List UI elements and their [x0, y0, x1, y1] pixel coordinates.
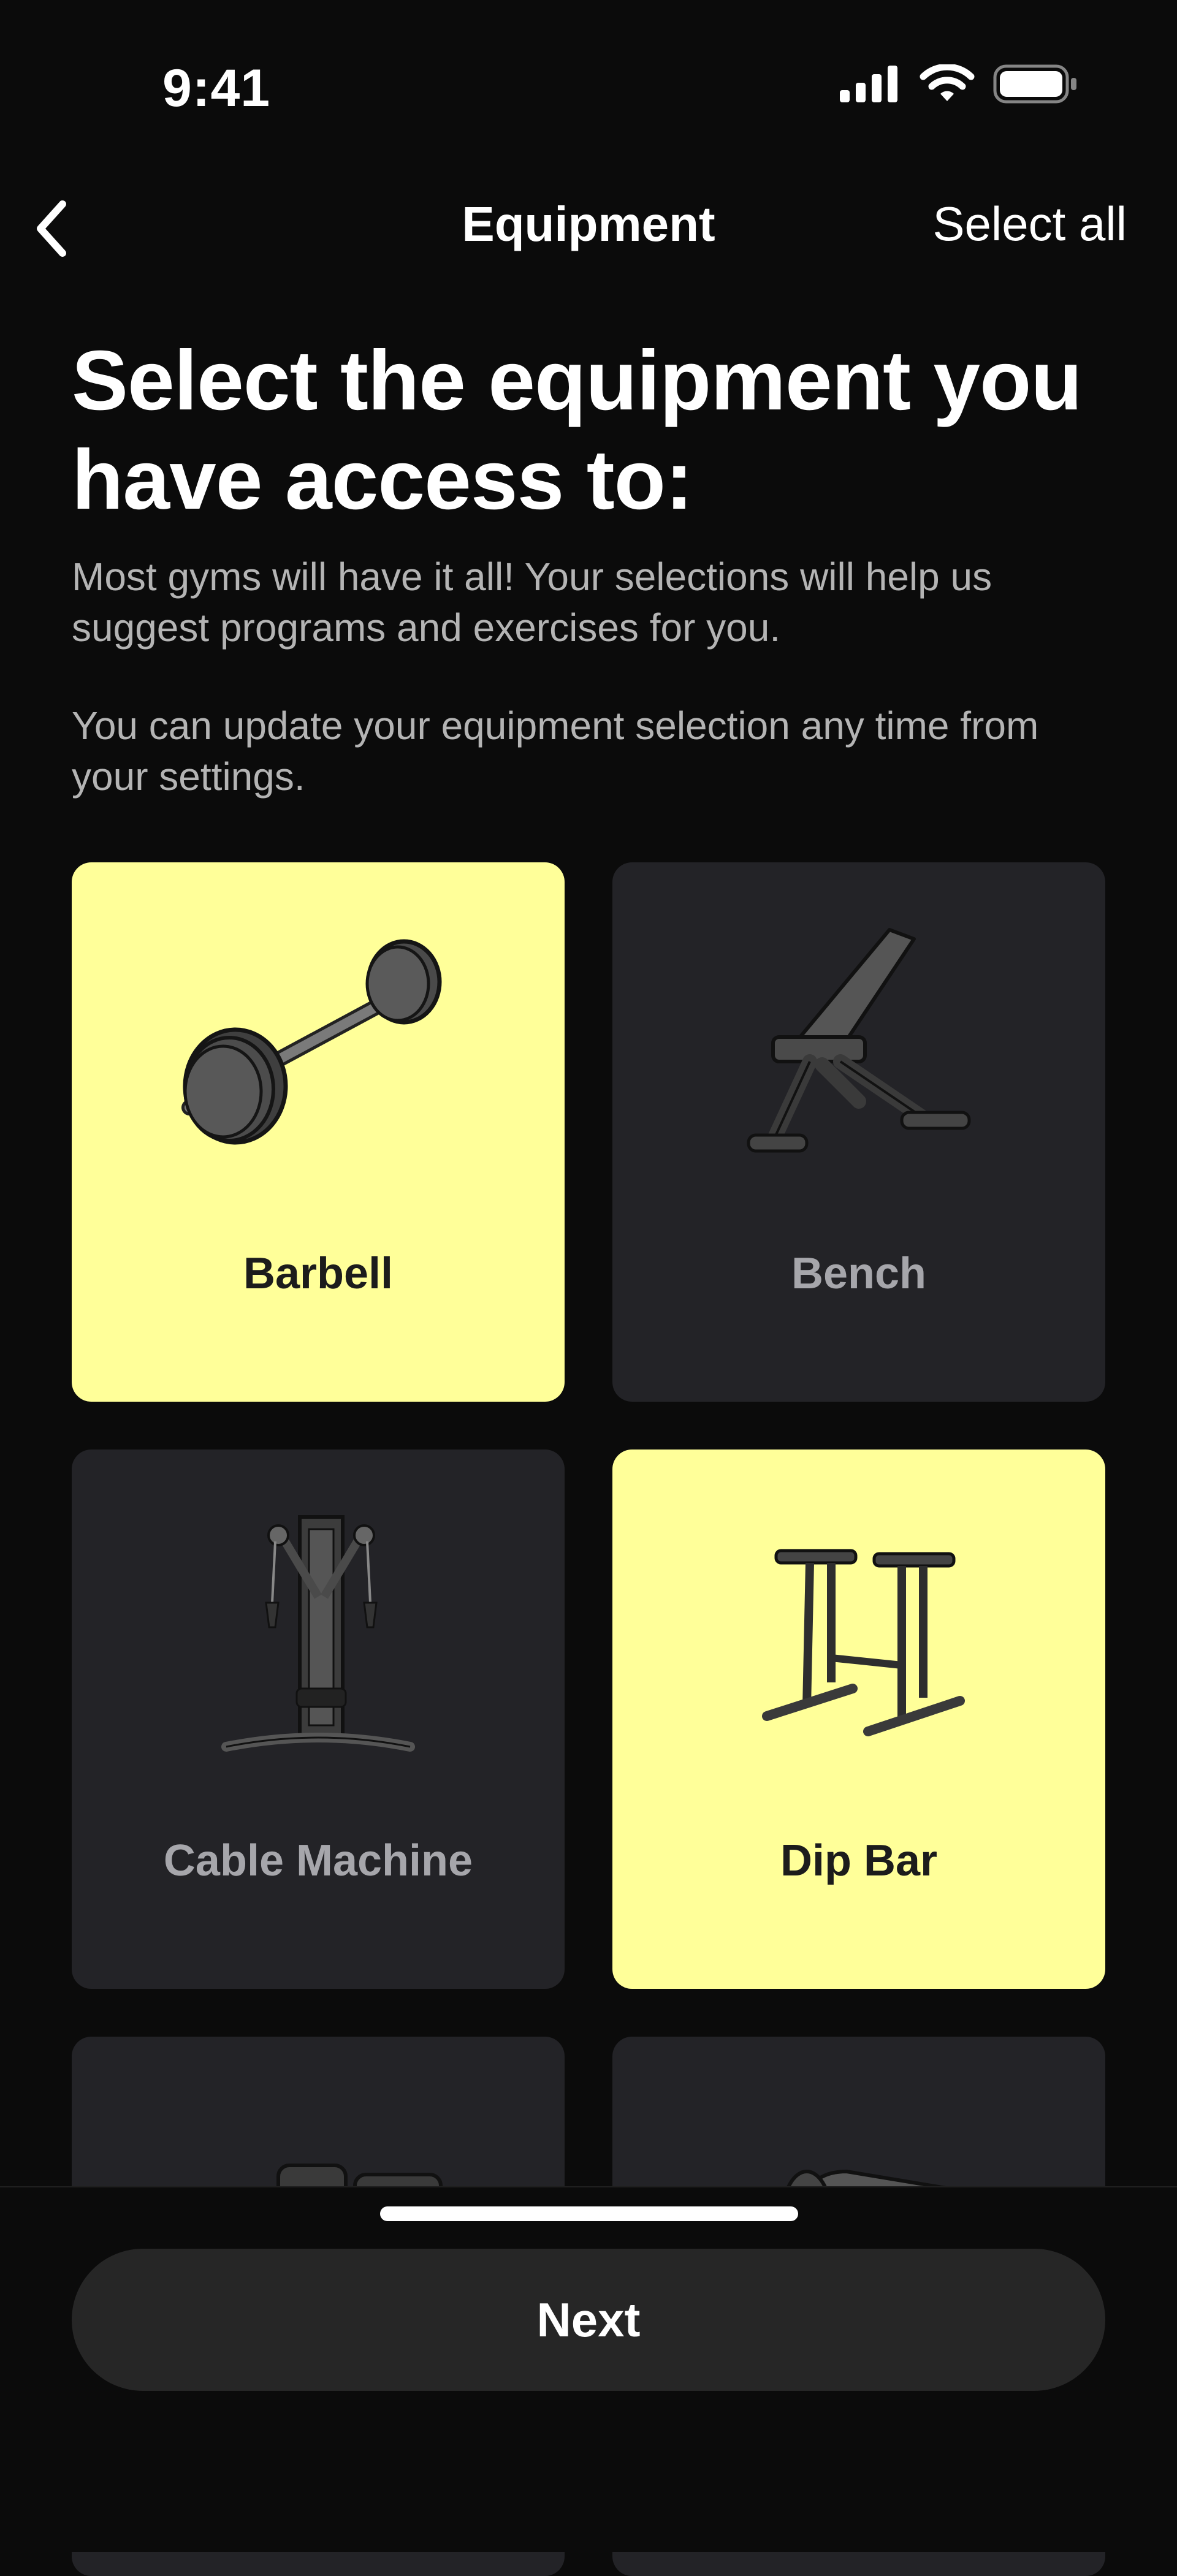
- heading: Select the equipment you have access to:: [72, 333, 1083, 527]
- nav-bar: Equipment Select all: [0, 184, 1177, 270]
- barbell-icon: [165, 918, 471, 1193]
- card-label: Bench: [791, 1249, 927, 1298]
- bottom-bar: Next: [0, 2186, 1177, 2552]
- description-text: Most gyms will have it all! Your selecti…: [72, 555, 992, 650]
- wifi-icon: [920, 63, 975, 107]
- dip-bar-icon: [706, 1505, 1012, 1780]
- equipment-card-cable-machine[interactable]: Cable Machine: [72, 1449, 565, 1989]
- bench-icon: [706, 918, 1012, 1193]
- card-label: Cable Machine: [163, 1836, 473, 1885]
- home-indicator: [380, 2206, 798, 2221]
- status-bar: 9:41: [0, 0, 1177, 172]
- settings-note-text: You can update your equipment selection …: [72, 704, 1039, 799]
- equipment-card-dip-bar[interactable]: Dip Bar: [612, 1449, 1105, 1989]
- equipment-card-barbell[interactable]: Barbell: [72, 862, 565, 1402]
- status-icons: [840, 63, 1079, 107]
- card-label: Barbell: [243, 1249, 394, 1298]
- cellular-signal-icon: [840, 66, 901, 105]
- battery-icon: [993, 64, 1079, 107]
- cable-machine-icon: [165, 1505, 471, 1780]
- card-label: Dip Bar: [780, 1836, 938, 1885]
- next-button[interactable]: Next: [72, 2249, 1105, 2391]
- select-all-button[interactable]: Select all: [933, 196, 1127, 252]
- equipment-card-bench[interactable]: Bench: [612, 862, 1105, 1402]
- status-time: 9:41: [162, 59, 271, 118]
